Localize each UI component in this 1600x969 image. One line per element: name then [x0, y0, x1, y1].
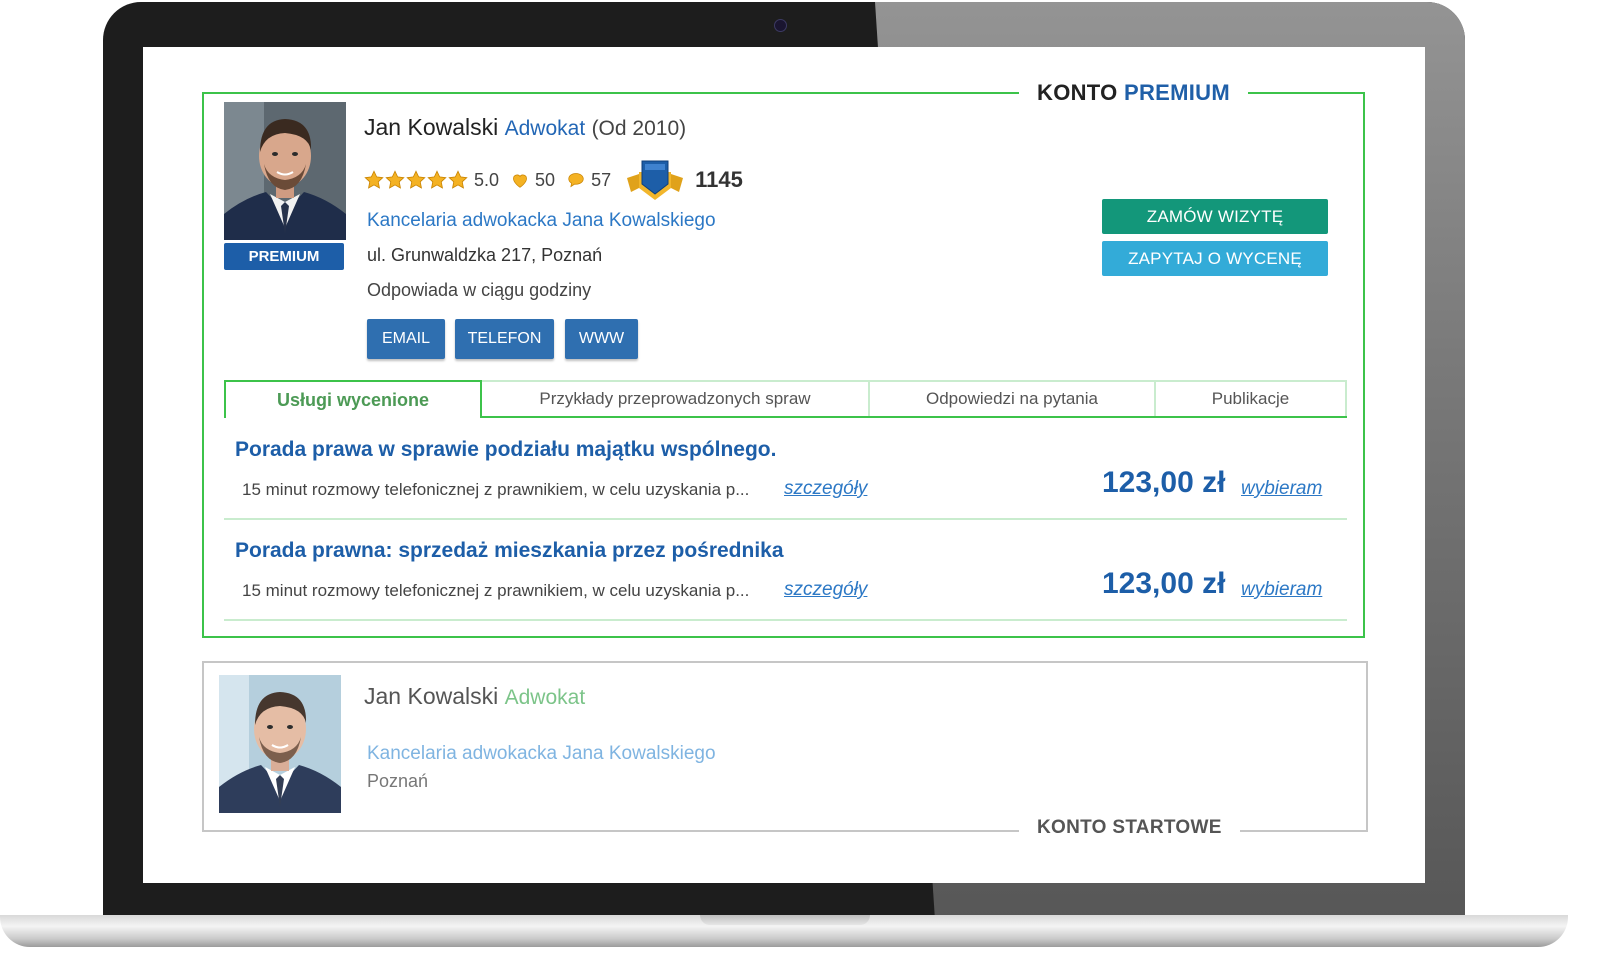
- tabs-underline: [482, 416, 1347, 418]
- lawyer-name[interactable]: Jan Kowalski: [364, 114, 498, 140]
- ask-quote-button[interactable]: ZAPYTAJ O WYCENĘ: [1102, 241, 1328, 276]
- firm-link[interactable]: Kancelaria adwokacka Jana Kowalskiego: [367, 210, 716, 232]
- service-row: Porada prawa w sprawie podziału majątku …: [224, 420, 1347, 520]
- response-time: Odpowiada w ciągu godziny: [367, 280, 592, 300]
- tab-case-examples[interactable]: Przykłady przeprowadzonych spraw: [482, 380, 870, 418]
- star-icon: [364, 170, 384, 189]
- service-description: 15 minut rozmowy telefonicznej z prawnik…: [242, 581, 750, 600]
- service-title[interactable]: Porada prawa w sprawie podziału majątku …: [235, 438, 776, 462]
- starter-account-label: KONTO STARTOWE: [1019, 817, 1240, 839]
- tab-publications[interactable]: Publikacje: [1156, 380, 1347, 418]
- rating-value: 5.0: [474, 169, 500, 190]
- avatar[interactable]: [219, 675, 341, 813]
- premium-badge: PREMIUM: [224, 243, 344, 270]
- premium-account-label: KONTO PREMIUM: [1019, 80, 1248, 106]
- phone-button[interactable]: TELEFON: [455, 319, 554, 359]
- book-visit-button[interactable]: ZAMÓW WIZYTĘ: [1102, 199, 1328, 234]
- lawyer-name[interactable]: Jan Kowalski: [364, 683, 498, 709]
- star-icon: [448, 170, 468, 189]
- www-button[interactable]: WWW: [565, 319, 638, 359]
- lawyer-name-line: Jan Kowalski Adwokat: [364, 683, 585, 710]
- service-title[interactable]: Porada prawna: sprzedaż mieszkania przez…: [235, 539, 784, 563]
- profile-tabs: Usługi wycenione Przykłady przeprowadzon…: [224, 380, 1347, 418]
- service-description: 15 minut rozmowy telefonicznej z prawnik…: [242, 480, 750, 499]
- city: Poznań: [367, 771, 429, 791]
- service-choose-link[interactable]: wybieram: [1241, 579, 1322, 601]
- starter-account-card: Jan Kowalski Adwokat Kancelaria adwokack…: [202, 661, 1368, 839]
- points-value: 1145: [695, 167, 743, 192]
- service-details-link[interactable]: szczegóły: [784, 478, 867, 500]
- service-price: 123,00 zł: [1102, 567, 1226, 600]
- camera-icon: [774, 19, 787, 32]
- email-button[interactable]: EMAIL: [367, 319, 445, 359]
- star-icon: [385, 170, 405, 189]
- premium-account-card: KONTO PREMIUM PREMIUM Jan Kowalski Adwok…: [202, 80, 1365, 638]
- avatar[interactable]: [224, 102, 346, 240]
- lawyer-since: (Od 2010): [591, 117, 687, 140]
- service-row: Porada prawna: sprzedaż mieszkania przez…: [224, 521, 1347, 621]
- star-icon: [406, 170, 426, 189]
- tab-priced-services[interactable]: Usługi wycenione: [224, 380, 482, 418]
- tab-answers[interactable]: Odpowiedzi na pytania: [870, 380, 1156, 418]
- premium-label-prefix: KONTO: [1037, 80, 1118, 105]
- lawyer-role: Adwokat: [504, 117, 586, 140]
- address: ul. Grunwaldzka 217, Poznań: [367, 245, 603, 265]
- heart-icon: [513, 174, 527, 188]
- stats-row: 5.0 50 57 1145: [364, 160, 743, 200]
- rating-stars: [364, 170, 468, 190]
- laptop-screen: KONTO PREMIUM PREMIUM Jan Kowalski Adwok…: [143, 47, 1425, 883]
- premium-label-accent: PREMIUM: [1123, 80, 1230, 105]
- lawyer-name-line: Jan Kowalski Adwokat (Od 2010): [364, 114, 686, 141]
- speech-bubble-icon: [568, 173, 584, 188]
- firm-link[interactable]: Kancelaria adwokacka Jana Kowalskiego: [367, 743, 716, 765]
- service-details-link[interactable]: szczegóły: [784, 579, 867, 601]
- star-icon: [427, 170, 447, 189]
- shield-icon: [627, 160, 684, 200]
- lawyer-role: Adwokat: [504, 686, 586, 709]
- service-price: 123,00 zł: [1102, 466, 1226, 499]
- comments-count: 57: [591, 169, 612, 190]
- laptop-base-notch: [700, 915, 870, 925]
- likes-count: 50: [535, 169, 556, 190]
- service-choose-link[interactable]: wybieram: [1241, 478, 1322, 500]
